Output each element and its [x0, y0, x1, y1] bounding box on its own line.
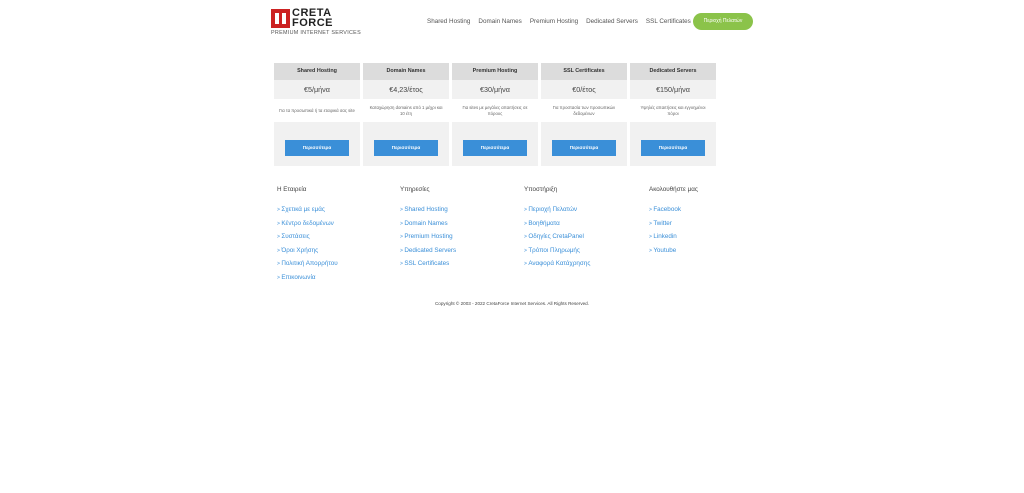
card-description: Καταχώρηση domains από 1 μέχρι και 10 έτ… — [363, 99, 449, 122]
card-description: Για sites με μεγάλες απαιτήσεις σε πόρου… — [452, 99, 538, 122]
card-title: SSL Certificates — [541, 63, 627, 80]
footer-link[interactable]: Αναφορά Κατάχρησης — [524, 260, 590, 274]
footer-link[interactable]: Συστάσεις — [277, 233, 338, 247]
footer-link-youtube[interactable]: Youtube — [649, 247, 698, 261]
more-button[interactable]: Περισσότερα — [463, 140, 527, 156]
pricing-card: SSL Certificates €0/έτος Για προστασία τ… — [541, 63, 627, 166]
pricing-card: Premium Hosting €30/μήνα Για sites με με… — [452, 63, 538, 166]
cretaforce-logo[interactable]: CRETA FORCE PREMIUM INTERNET SERVICES — [271, 8, 363, 38]
footer-link-linkedin[interactable]: Linkedin — [649, 233, 698, 247]
footer-link[interactable]: Shared Hosting — [400, 206, 456, 220]
footer-link[interactable]: Premium Hosting — [400, 233, 456, 247]
footer-link[interactable]: SSL Certificates — [400, 260, 456, 274]
card-price: €4,23/έτος — [389, 85, 423, 94]
pricing-card: Dedicated Servers €150/μήνα Υψηλές απαιτ… — [630, 63, 716, 166]
nav-premium-hosting[interactable]: Premium Hosting — [530, 18, 578, 25]
card-description: Για προστασία των προσωπικών δεδομένων — [541, 99, 627, 122]
footer-link[interactable]: Επικοινωνία — [277, 274, 338, 288]
footer-heading: Υποστήριξη — [524, 186, 558, 193]
footer-link[interactable]: Κέντρο δεδομένων — [277, 220, 338, 234]
more-button[interactable]: Περισσότερα — [285, 140, 349, 156]
footer-link[interactable]: Σχετικά με εμάς — [277, 206, 338, 220]
footer-link[interactable]: Domain Names — [400, 220, 456, 234]
card-price: €150/μήνα — [656, 85, 690, 94]
logo-mark-icon — [271, 9, 290, 28]
nav-dedicated-servers[interactable]: Dedicated Servers — [586, 18, 638, 25]
footer-link[interactable]: Dedicated Servers — [400, 247, 456, 261]
card-description: Υψηλές απαιτήσεις και εγγυημένοι πόροι — [630, 99, 716, 122]
card-title: Dedicated Servers — [630, 63, 716, 80]
client-area-button[interactable]: Περιοχή Πελατών — [693, 13, 753, 30]
copyright-text: Copyright © 2003 - 2022 CretaForce Inter… — [434, 301, 590, 306]
nav-domain-names[interactable]: Domain Names — [478, 18, 521, 25]
footer-link[interactable]: Βοηθήματα — [524, 220, 590, 234]
more-button[interactable]: Περισσότερα — [374, 140, 438, 156]
footer-link[interactable]: Όροι Χρήσης — [277, 247, 338, 261]
more-button[interactable]: Περισσότερα — [552, 140, 616, 156]
card-title: Premium Hosting — [452, 63, 538, 80]
footer-col-support: Υποστήριξη Περιοχή Πελατών Βοηθήματα Οδη… — [524, 186, 590, 274]
site-header: CRETA FORCE PREMIUM INTERNET SERVICES Sh… — [271, 8, 753, 38]
footer-link[interactable]: Τρόποι Πληρωμής — [524, 247, 590, 261]
footer-link-twitter[interactable]: Twitter — [649, 220, 698, 234]
card-title: Shared Hosting — [274, 63, 360, 80]
footer-col-services: Υπηρεσίες Shared Hosting Domain Names Pr… — [400, 186, 456, 274]
footer-heading: Η Εταιρεία — [277, 186, 307, 193]
footer-link[interactable]: Πολιτική Απορρήτου — [277, 260, 337, 274]
card-description: Για τα προσωπικά ή τα εταιρικά σας site — [274, 99, 360, 122]
footer-col-company: Η Εταιρεία Σχετικά με εμάς Κέντρο δεδομέ… — [277, 186, 338, 288]
pricing-card: Domain Names €4,23/έτος Καταχώρηση domai… — [363, 63, 449, 166]
pricing-cards: Shared Hosting €5/μήνα Για τα προσωπικά … — [274, 63, 716, 166]
more-button[interactable]: Περισσότερα — [641, 140, 705, 156]
footer-link[interactable]: Οδηγίες CretaPanel — [524, 233, 590, 247]
card-price: €30/μήνα — [480, 85, 510, 94]
main-nav: Shared Hosting Domain Names Premium Host… — [427, 18, 699, 25]
pricing-card: Shared Hosting €5/μήνα Για τα προσωπικά … — [274, 63, 360, 166]
logo-wordmark: CRETA FORCE — [292, 7, 333, 29]
nav-shared-hosting[interactable]: Shared Hosting — [427, 18, 470, 25]
footer-link[interactable]: Περιοχή Πελατών — [524, 206, 590, 220]
card-price: €0/έτος — [572, 85, 596, 94]
footer-col-follow: Ακολουθήστε μας Facebook Twitter Linkedi… — [649, 186, 698, 260]
card-price: €5/μήνα — [304, 85, 330, 94]
card-title: Domain Names — [363, 63, 449, 80]
footer-link-facebook[interactable]: Facebook — [649, 206, 698, 220]
footer-heading: Ακολουθήστε μας — [649, 186, 698, 193]
logo-tagline: PREMIUM INTERNET SERVICES — [271, 30, 361, 36]
nav-ssl-certificates[interactable]: SSL Certificates — [646, 18, 691, 25]
footer-heading: Υπηρεσίες — [400, 186, 430, 193]
footer-links: Η Εταιρεία Σχετικά με εμάς Κέντρο δεδομέ… — [277, 186, 727, 286]
